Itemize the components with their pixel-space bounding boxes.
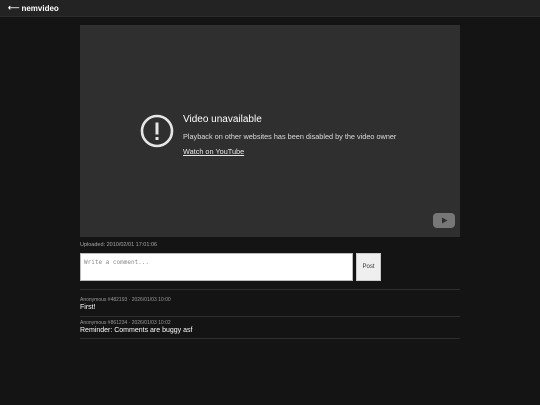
- divider: [80, 289, 460, 290]
- unavailable-title: Video unavailable: [183, 114, 262, 125]
- comment-meta: Anonymous #482193 · 2026/01/03 10:00: [80, 297, 171, 303]
- youtube-logo-icon[interactable]: [433, 213, 455, 228]
- video-player[interactable]: Video unavailable Playback on other webs…: [80, 25, 460, 237]
- comment-item: Anonymous #482193 · 2026/01/03 10:00 Fir…: [80, 297, 460, 311]
- unavailable-subtitle: Playback on other websites has been disa…: [183, 132, 397, 141]
- back-arrow-icon: ⟵: [8, 3, 20, 12]
- divider: [80, 338, 460, 339]
- warning-circle-icon: [140, 114, 174, 148]
- comment-text: First!: [80, 304, 96, 311]
- divider: [80, 316, 460, 317]
- comment-meta: Anonymous #861234 · 2026/01/03 10:02: [80, 320, 171, 326]
- post-button[interactable]: Post: [356, 253, 381, 281]
- comment-item: Anonymous #861234 · 2026/01/03 10:02 Rem…: [80, 320, 460, 334]
- unavailable-message: Video unavailable Playback on other webs…: [140, 113, 396, 159]
- play-icon: [441, 217, 447, 224]
- comment-input[interactable]: [80, 253, 353, 281]
- watch-on-youtube-link[interactable]: Watch on YouTube: [183, 147, 244, 156]
- top-bar: ⟵ nemvideo: [0, 0, 540, 17]
- back-link[interactable]: ⟵ nemvideo: [8, 4, 59, 13]
- comment-text: Reminder: Comments are buggy asf: [80, 327, 193, 334]
- site-name: nemvideo: [21, 3, 59, 13]
- upload-date: Uploaded: 2010/02/01 17:01:06: [80, 242, 158, 248]
